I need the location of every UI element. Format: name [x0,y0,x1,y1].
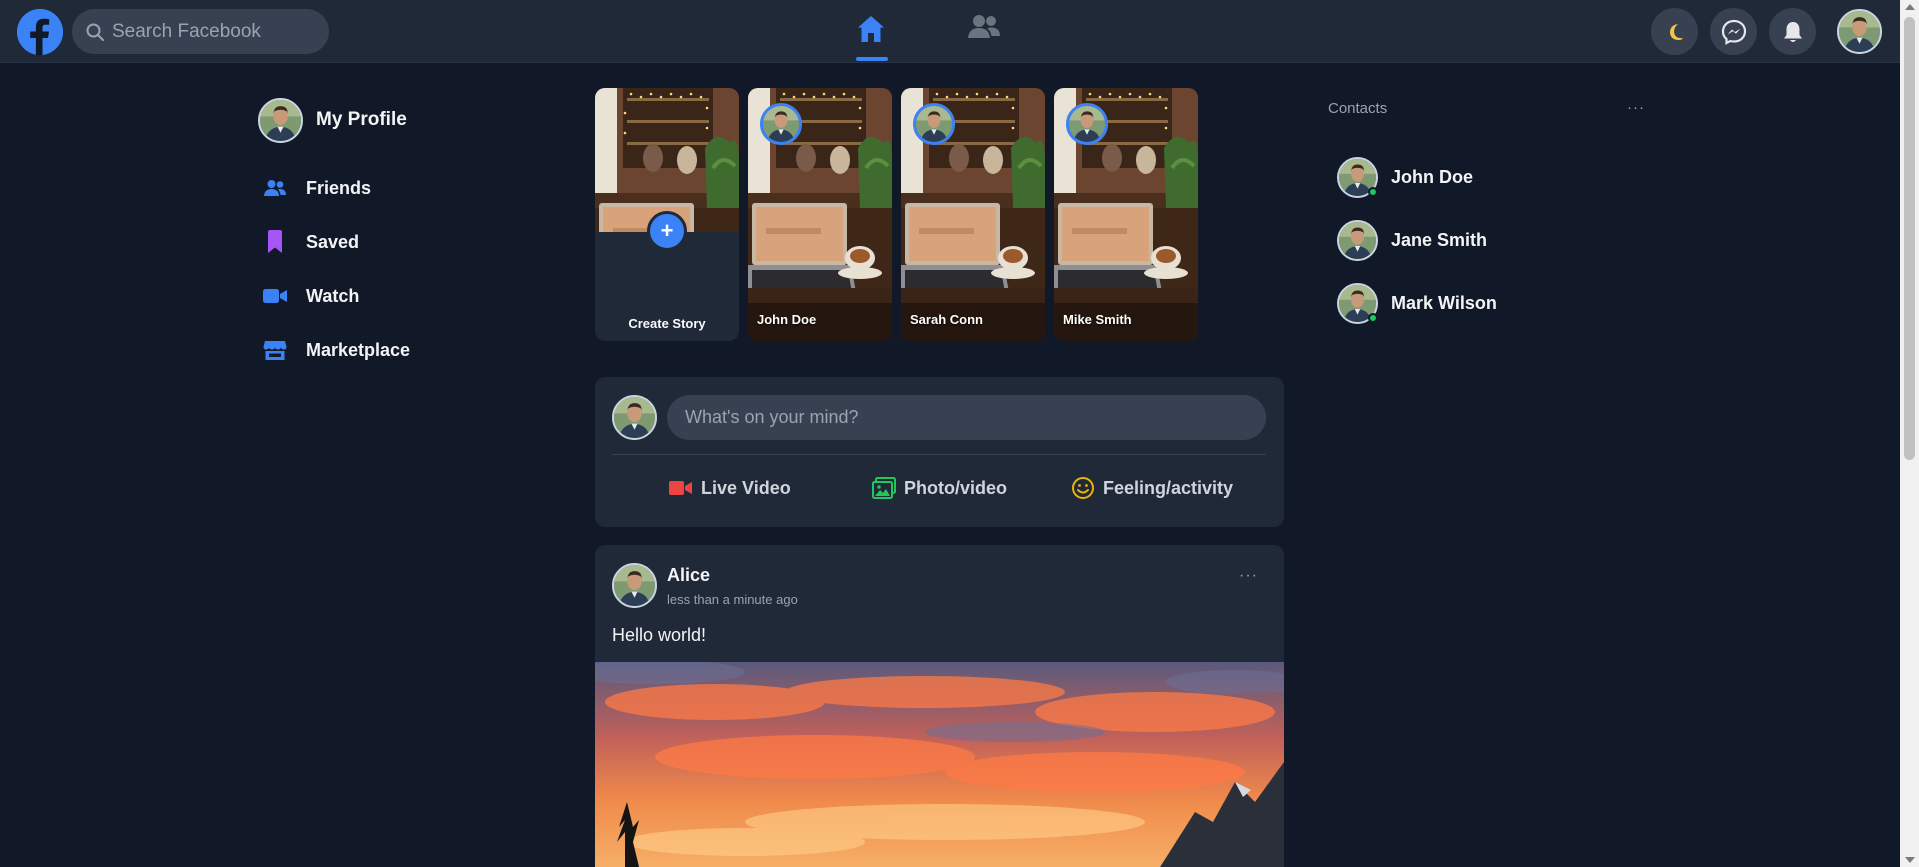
create-story-label: Create Story [628,316,706,331]
action-label: Feeling/activity [1103,477,1234,498]
post-timestamp[interactable]: less than a minute ago [667,592,798,607]
facebook-logo-icon[interactable] [17,9,63,55]
video-icon [260,282,290,310]
top-navigation-bar [0,0,1900,63]
page-scrollbar[interactable] [1900,0,1919,867]
sidebar-item-label: Friends [306,177,372,198]
action-label: Photo/video [904,477,1007,498]
whats-on-your-mind-input[interactable] [667,395,1266,440]
story-avatar [1066,103,1108,145]
story-author: Mike Smith [1063,312,1132,327]
photo-video-button[interactable]: Photo/video [872,473,1007,503]
sidebar-item-friends[interactable]: Friends [258,171,518,205]
story-card[interactable]: Sarah Conn [901,88,1045,341]
sidebar-item-label: Marketplace [306,339,411,360]
avatar [1337,219,1378,261]
moon-icon [1669,23,1683,40]
messenger-button[interactable] [1710,8,1757,55]
create-story-card[interactable]: + Create Story [595,88,739,341]
contact-name: John Doe [1391,166,1474,187]
contact-name: Mark Wilson [1391,292,1497,313]
post-image[interactable] [595,662,1284,867]
feeling-activity-button[interactable]: Feeling/activity [1071,473,1233,503]
account-avatar[interactable] [1837,9,1882,54]
scroll-down-arrow-icon[interactable] [1905,857,1915,863]
post-text: Hello world! [612,625,707,645]
scroll-up-arrow-icon[interactable] [1905,4,1915,10]
scrollbar-thumb[interactable] [1904,17,1915,460]
feed-post: Alice less than a minute ago ··· Hello w… [595,545,1284,867]
contact-item[interactable]: John Doe [1337,156,1617,198]
story-author: John Doe [757,312,817,327]
contacts-more-options-button[interactable]: ··· [1627,99,1645,116]
add-story-button[interactable]: + [647,211,687,251]
live-video-button[interactable]: Live Video [669,473,791,503]
avatar [258,97,303,143]
smiley-icon [1072,477,1094,499]
home-icon[interactable] [856,14,886,44]
dark-mode-toggle-button[interactable] [1651,8,1698,55]
divider [612,454,1266,455]
avatar[interactable] [612,563,657,608]
sidebar-item-saved[interactable]: Saved [258,225,518,259]
post-more-options-button[interactable]: ··· [1239,567,1258,585]
online-status-dot [1368,312,1378,323]
online-status-dot [1368,186,1378,197]
story-card[interactable]: Mike Smith [1054,88,1198,341]
home-tab-indicator [856,57,888,61]
story-author: Sarah Conn [910,312,983,327]
bookmark-icon [260,228,290,256]
sidebar-item-label: Saved [306,231,360,252]
sidebar-item-watch[interactable]: Watch [258,279,518,313]
search-input[interactable] [112,9,322,54]
sidebar-item-my-profile[interactable]: My Profile [258,97,518,143]
contact-item[interactable]: Mark Wilson [1337,282,1617,324]
live-video-icon [669,481,692,495]
story-card[interactable]: John Doe [748,88,892,341]
friends-icon[interactable] [967,12,1001,42]
post-composer: Live Video Photo/video Feeling/activity [595,377,1284,527]
friends-icon [260,174,290,202]
contact-item[interactable]: Jane Smith [1337,219,1617,261]
sidebar-item-label: My Profile [316,109,407,130]
search-icon [86,23,104,41]
notifications-button[interactable] [1769,8,1816,55]
bell-icon [1783,21,1802,42]
avatar [612,395,657,440]
messenger-icon [1721,19,1746,45]
photo-icon [872,477,896,499]
story-avatar [760,103,802,145]
search-bar [72,9,329,54]
action-label: Live Video [701,477,791,498]
contact-name: Jane Smith [1391,229,1488,250]
contacts-heading: Contacts [1328,100,1388,117]
sidebar-item-marketplace[interactable]: Marketplace [258,333,518,367]
store-icon [260,336,290,364]
story-avatar [913,103,955,145]
post-author[interactable]: Alice [667,565,710,586]
sidebar-item-label: Watch [306,285,360,306]
